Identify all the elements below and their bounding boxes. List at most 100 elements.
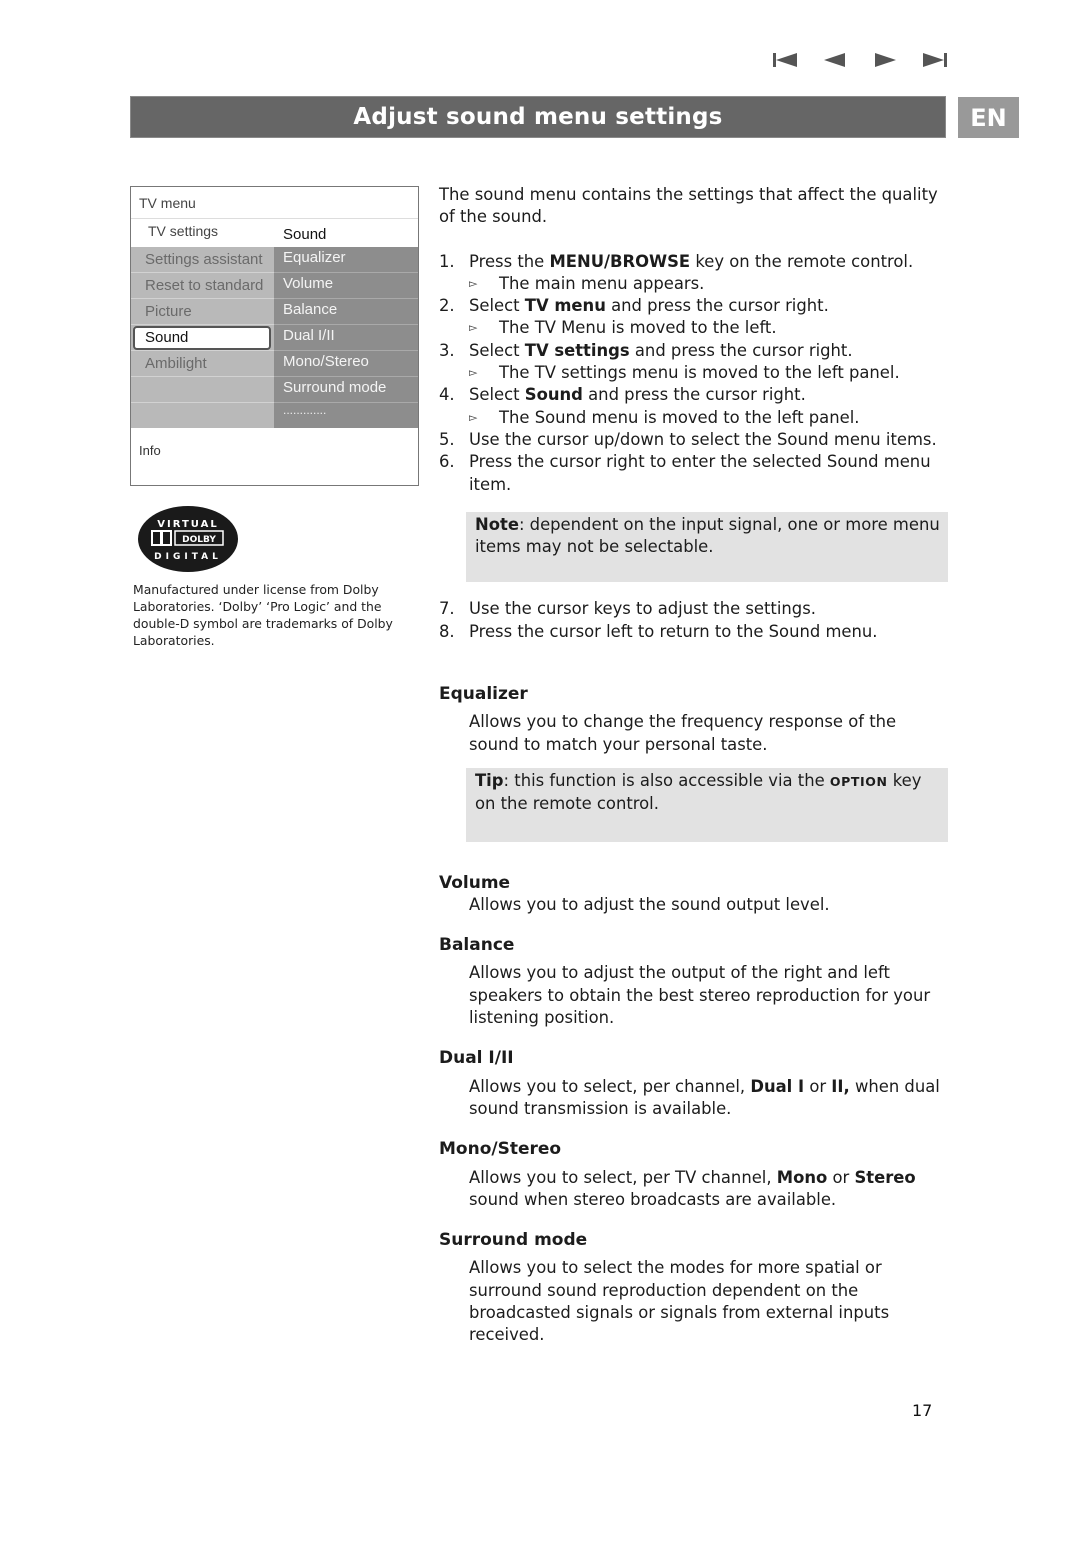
last-page-button[interactable] bbox=[910, 50, 960, 70]
step-text: Press the cursor right to enter the sele… bbox=[469, 452, 931, 494]
note-box: Note: dependent on the input signal, one… bbox=[466, 511, 948, 583]
step-text: Use the cursor up/down to select the Sou… bbox=[469, 429, 937, 449]
step-key: TV settings bbox=[524, 340, 630, 360]
step-number: 6. bbox=[439, 452, 455, 472]
step-number: 5. bbox=[439, 429, 455, 449]
step-result-text: The TV Menu is moved to the left. bbox=[499, 318, 777, 338]
tv-menu-breadcrumb: TV settings Sound bbox=[131, 219, 418, 247]
section-body-dual: Allows you to select, per channel, Dual … bbox=[439, 1076, 949, 1121]
section-body-balance: Allows you to adjust the output of the r… bbox=[469, 963, 931, 1028]
section-body-surround: Allows you to select the modes for more … bbox=[469, 1258, 890, 1345]
submenu-item-dual[interactable]: Dual I/II bbox=[274, 325, 418, 351]
menu-item-sound-selected[interactable]: Sound bbox=[131, 325, 274, 351]
body-text: Allows you to select, per channel, bbox=[469, 1076, 751, 1096]
step-result: ▻ The Sound menu is moved to the left pan… bbox=[439, 407, 949, 429]
result-arrow-icon: ▻ bbox=[469, 410, 478, 424]
skip-to-first-icon bbox=[773, 53, 797, 67]
page-title: Adjust sound menu settings bbox=[353, 104, 723, 130]
step-item: 2. Select TV menu and press the cursor ri… bbox=[439, 295, 949, 317]
submenu-item-more: ............. bbox=[274, 403, 418, 428]
submenu-item-volume[interactable]: Volume bbox=[274, 273, 418, 299]
submenu-item-label: Surround mode bbox=[283, 379, 387, 396]
title-bar: Adjust sound menu settings bbox=[130, 96, 946, 138]
section-body-equalizer: Allows you to change the frequency respo… bbox=[469, 712, 897, 754]
step-number: 3. bbox=[439, 340, 455, 360]
step-item: 5. Use the cursor up/down to select the S… bbox=[439, 429, 949, 451]
section-heading-surround: Surround mode bbox=[439, 1230, 588, 1251]
sound-submenu-list: Equalizer Volume Balance Dual I/II Mono/… bbox=[274, 247, 418, 428]
breadcrumb-sound: Sound bbox=[283, 226, 327, 243]
menu-item-picture[interactable]: Picture bbox=[131, 299, 274, 325]
result-arrow-icon: ▻ bbox=[469, 366, 478, 380]
body-text: Allows you to select, per TV channel, bbox=[469, 1167, 777, 1187]
tip-label: Tip bbox=[475, 770, 504, 790]
result-arrow-icon: ▻ bbox=[469, 276, 478, 290]
step-result-text: The Sound menu is moved to the left pane… bbox=[499, 407, 860, 427]
submenu-item-balance[interactable]: Balance bbox=[274, 299, 418, 325]
dolby-logo-top: VIRTUAL bbox=[157, 519, 218, 530]
step-result-text: The main menu appears. bbox=[499, 273, 705, 293]
tip-text: : this function is also accessible via t… bbox=[503, 770, 830, 790]
submenu-item-mono-stereo[interactable]: Mono/Stereo bbox=[274, 351, 418, 377]
step-text: Select bbox=[469, 340, 525, 360]
menu-item-reset-to-standard[interactable]: Reset to standard bbox=[131, 273, 274, 299]
step-key: TV menu bbox=[524, 296, 606, 316]
note-label: Note bbox=[475, 514, 519, 534]
steps-list: 1. Press the MENU/BROWSE key on the remot… bbox=[439, 251, 949, 496]
tip-box: Tip: this function is also accessible vi… bbox=[466, 767, 948, 842]
section-body-mono-stereo: Allows you to select, per TV channel, Mo… bbox=[439, 1167, 949, 1212]
menu-item-settings-assistant[interactable]: Settings assistant bbox=[131, 247, 274, 273]
step-number: 8. bbox=[439, 621, 455, 641]
step-result: ▻ The TV settings menu is moved to the le… bbox=[439, 362, 949, 384]
menu-item-label: Picture bbox=[145, 303, 192, 320]
menu-item-empty bbox=[131, 377, 274, 403]
body-text: sound when stereo broadcasts are availab… bbox=[469, 1189, 837, 1209]
main-content: The sound menu contains the settings tha… bbox=[439, 184, 949, 1347]
step-item: 3. Select TV settings and press the curso… bbox=[439, 340, 949, 362]
menu-item-ambilight[interactable]: Ambilight bbox=[131, 351, 274, 377]
step-key: MENU/BROWSE bbox=[549, 251, 691, 271]
menu-item-label: Sound bbox=[145, 329, 189, 346]
section-heading-balance: Balance bbox=[439, 935, 515, 956]
tv-menu-info: Info bbox=[139, 443, 161, 458]
next-icon bbox=[875, 53, 896, 67]
next-page-button[interactable] bbox=[860, 50, 910, 70]
dolby-virtual-digital-logo: VIRTUAL DOLBY DIGITAL bbox=[138, 506, 238, 572]
menu-item-label: Settings assistant bbox=[145, 251, 263, 268]
step-number: 4. bbox=[439, 385, 455, 405]
dolby-credit-text: Manufactured under license from Dolby La… bbox=[133, 582, 393, 648]
step-item: 7. Use the cursor keys to adjust the sett… bbox=[439, 598, 949, 620]
language-badge: EN bbox=[958, 97, 1019, 138]
menu-item-label: Ambilight bbox=[145, 355, 207, 372]
option-key-label: OPTION bbox=[829, 773, 888, 789]
step-text: and press the cursor right. bbox=[629, 340, 853, 360]
step-text: and press the cursor right. bbox=[605, 296, 829, 316]
step-text: Press the bbox=[469, 251, 550, 271]
first-page-button[interactable] bbox=[760, 50, 810, 70]
submenu-item-label: Volume bbox=[283, 275, 334, 292]
step-item: 6. Press the cursor right to enter the se… bbox=[439, 451, 949, 496]
step-number: 2. bbox=[439, 296, 455, 316]
page-navigation bbox=[760, 50, 960, 70]
section-heading-volume: Volume bbox=[439, 872, 511, 893]
submenu-item-surround-mode[interactable]: Surround mode bbox=[274, 377, 418, 403]
step-text: Use the cursor keys to adjust the settin… bbox=[469, 599, 816, 619]
breadcrumb-tv-settings: TV settings bbox=[148, 223, 219, 239]
step-item: 8. Press the cursor left to return to the… bbox=[439, 621, 949, 643]
tv-settings-list: Settings assistant Reset to standard Pic… bbox=[131, 247, 274, 428]
tv-menu-title: TV menu bbox=[139, 195, 196, 211]
step-text: and press the cursor right. bbox=[582, 385, 806, 405]
step-item: 4. Select Sound and press the cursor righ… bbox=[439, 384, 949, 406]
step-item: 1. Press the MENU/BROWSE key on the remot… bbox=[439, 251, 949, 273]
submenu-item-equalizer[interactable]: Equalizer bbox=[274, 247, 418, 273]
body-bold: Mono bbox=[776, 1167, 828, 1187]
menu-item-label: Reset to standard bbox=[145, 277, 264, 294]
tv-menu-header: TV menu bbox=[131, 187, 418, 219]
submenu-item-label: ............. bbox=[283, 403, 327, 417]
section-body-volume: Allows you to adjust the sound output le… bbox=[469, 894, 830, 914]
step-number: 7. bbox=[439, 599, 455, 619]
result-arrow-icon: ▻ bbox=[469, 321, 478, 335]
section-heading-equalizer: Equalizer bbox=[439, 684, 528, 705]
tv-menu-illustration: TV menu TV settings Sound Settings assis… bbox=[130, 186, 419, 486]
previous-page-button[interactable] bbox=[810, 50, 860, 70]
